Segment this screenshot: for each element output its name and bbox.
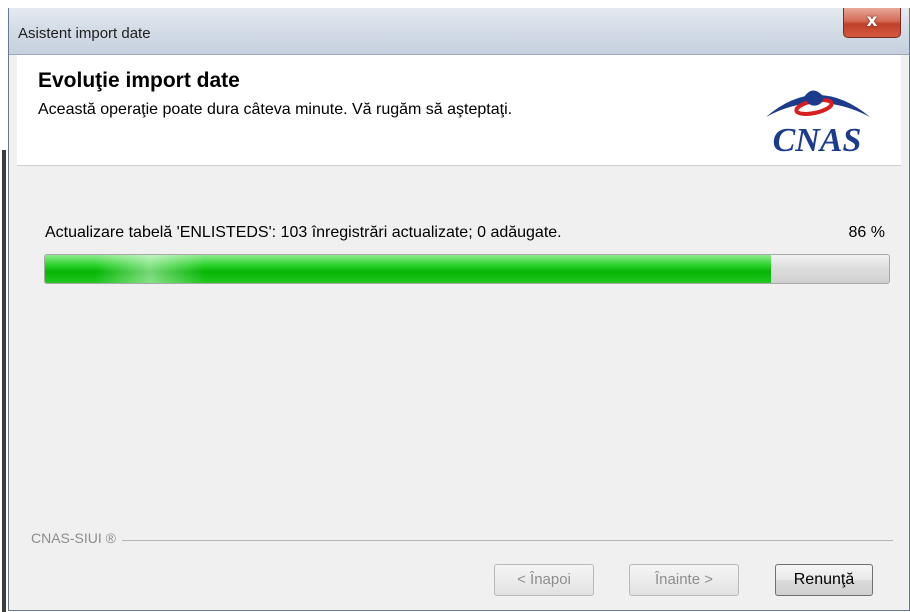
window-title: Asistent import date xyxy=(18,25,151,42)
wizard-body: Actualizare tabelă 'ENLISTEDS': 103 înre… xyxy=(17,166,901,610)
footer-brand-label: CNAS-SIUI ® xyxy=(31,530,122,546)
progress-percent: 86 % xyxy=(848,224,885,241)
background-window-edge xyxy=(0,0,8,612)
background-window-border xyxy=(2,150,6,612)
next-button[interactable]: Înainte > xyxy=(629,564,739,596)
back-button[interactable]: < Înapoi xyxy=(494,564,594,596)
wizard-header: Evoluţie import date Această operaţie po… xyxy=(17,55,901,166)
page-title: Evoluţie import date xyxy=(38,69,240,92)
progress-bar-fill xyxy=(45,255,771,283)
cnas-logo: CNAS xyxy=(766,90,870,159)
logo-text: CNAS xyxy=(773,122,862,159)
footer-divider xyxy=(31,540,893,541)
progress-status-text: Actualizare tabelă 'ENLISTEDS': 103 înre… xyxy=(45,224,562,241)
close-icon: x xyxy=(866,11,878,31)
import-wizard-dialog: Asistent import date x Evoluţie import d… xyxy=(8,8,910,611)
title-bar[interactable]: Asistent import date x xyxy=(9,8,909,55)
progress-bar xyxy=(44,254,890,284)
close-button[interactable]: x xyxy=(843,8,901,38)
progress-bar-shine xyxy=(95,255,205,283)
cancel-button[interactable]: Renunţă xyxy=(775,564,873,596)
page-subtitle: Această operaţie poate dura câteva minut… xyxy=(38,101,513,118)
